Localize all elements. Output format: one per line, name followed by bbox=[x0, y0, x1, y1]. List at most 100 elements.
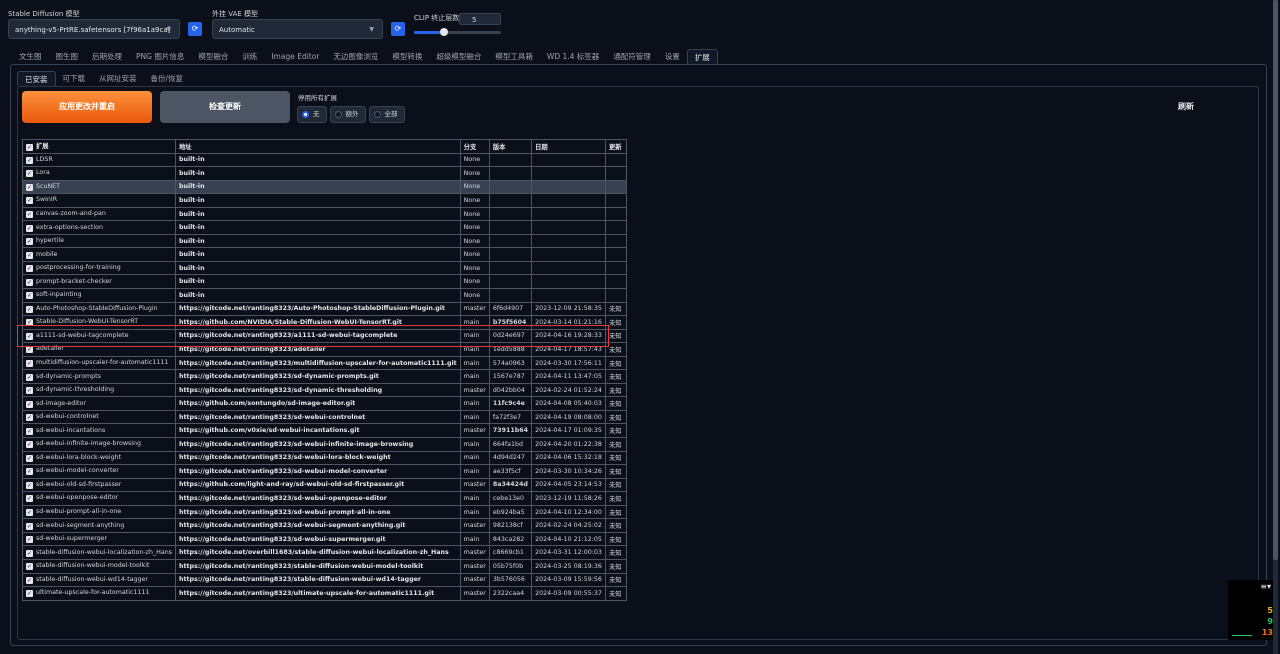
extension-name-cell[interactable]: ✓ hypertile bbox=[22, 233, 176, 249]
enable-checkbox[interactable]: ✓ bbox=[26, 278, 33, 286]
sub-tab-0[interactable]: 已安装 bbox=[17, 71, 56, 86]
extension-name-cell[interactable]: ✓ sd-webui-supermerger bbox=[22, 531, 176, 547]
cell-text[interactable]: https://github.com/light-and-ray/sd-webu… bbox=[179, 481, 404, 488]
cell-text[interactable]: built-in bbox=[179, 170, 205, 177]
extension-name-cell[interactable]: ✓ prompt-bracket-checker bbox=[22, 274, 176, 289]
enable-checkbox[interactable]: ✓ bbox=[26, 387, 33, 395]
cell-text[interactable]: https://gitcode.net/overbill1683/stable-… bbox=[179, 549, 449, 556]
cell-text[interactable]: https://gitcode.net/ranting8323/sd-webui… bbox=[179, 522, 405, 529]
tab-2[interactable]: 后期处理 bbox=[85, 49, 129, 64]
cell-text[interactable]: built-in bbox=[179, 156, 205, 163]
extension-name-cell[interactable]: ✓ postprocessing-for-training bbox=[22, 260, 176, 276]
cell-text[interactable]: built-in bbox=[179, 211, 205, 218]
enable-checkbox[interactable]: ✓ bbox=[26, 441, 33, 449]
extension-name-cell[interactable]: ✓ sd-webui-segment-anything bbox=[22, 518, 176, 533]
extension-name-cell[interactable]: ✓ ultimate-upscale-for-automatic1111 bbox=[22, 586, 176, 601]
select-all-checkbox[interactable]: ✓ bbox=[26, 144, 33, 152]
extension-name-cell[interactable]: ✓ extra-options-section bbox=[22, 220, 176, 235]
cell-text[interactable]: https://gitcode.net/ranting8323/sd-webui… bbox=[179, 414, 365, 421]
extension-name-cell[interactable]: ✓ soft-inpainting bbox=[22, 288, 176, 303]
vae-dropdown[interactable]: Automatic ▼ bbox=[212, 19, 383, 39]
enable-checkbox[interactable]: ✓ bbox=[26, 576, 33, 584]
extension-name-cell[interactable]: ✓ sd-webui-infinite-image-browsing bbox=[22, 437, 176, 452]
refresh-vae-icon[interactable]: ⟳ bbox=[391, 22, 405, 36]
enable-checkbox[interactable]: ✓ bbox=[26, 251, 33, 259]
cell-text[interactable]: https://gitcode.net/ranting8323/sd-webui… bbox=[179, 495, 387, 502]
cell-text[interactable]: built-in bbox=[179, 251, 205, 258]
extension-name-cell[interactable]: ✓ sd-webui-old-sd-firstpasser bbox=[22, 477, 176, 493]
cell-text[interactable]: https://gitcode.net/ranting8323/sd-webui… bbox=[179, 441, 413, 448]
apply-and-restart-button[interactable]: 应用更改并重启 bbox=[22, 91, 152, 123]
sub-tab-3[interactable]: 备份/恢复 bbox=[144, 71, 191, 86]
cell-text[interactable]: https://gitcode.net/ranting8323/multidif… bbox=[179, 360, 457, 367]
enable-checkbox[interactable]: ✓ bbox=[26, 509, 33, 517]
sub-tab-1[interactable]: 可下载 bbox=[56, 71, 93, 86]
extension-name-cell[interactable]: ✓ LDSR bbox=[22, 152, 176, 168]
cell-text[interactable]: built-in bbox=[179, 197, 205, 204]
enable-checkbox[interactable]: ✓ bbox=[26, 238, 33, 246]
tab-8[interactable]: 模型转换 bbox=[385, 49, 429, 64]
enable-checkbox[interactable]: ✓ bbox=[26, 536, 33, 544]
cell-text[interactable]: built-in bbox=[179, 292, 205, 299]
cell-text[interactable]: built-in bbox=[179, 238, 205, 245]
extension-name-cell[interactable]: ✓ sd-webui-prompt-all-in-one bbox=[22, 504, 176, 520]
cell-text[interactable]: https://gitcode.net/ranting8323/stable-d… bbox=[179, 563, 423, 570]
check-updates-button[interactable]: 检查更新 bbox=[160, 91, 290, 123]
extension-name-cell[interactable]: ✓ SwinIR bbox=[22, 193, 176, 208]
cell-text[interactable]: built-in bbox=[179, 278, 205, 285]
enable-checkbox[interactable]: ✓ bbox=[26, 346, 33, 354]
tab-0[interactable]: 文生图 bbox=[12, 49, 49, 64]
clip-slider[interactable] bbox=[414, 28, 501, 36]
extension-name-cell[interactable]: ✓ sd-dynamic-prompts bbox=[22, 369, 176, 384]
tab-6[interactable]: Image Editor bbox=[264, 49, 326, 64]
refresh-models-icon[interactable]: ⟳ bbox=[188, 22, 202, 36]
page-scrollbar[interactable] bbox=[1273, 0, 1278, 654]
tab-13[interactable]: 设置 bbox=[658, 49, 687, 64]
tab-10[interactable]: 模型工具箱 bbox=[488, 49, 540, 64]
enable-checkbox[interactable]: ✓ bbox=[26, 170, 33, 178]
cell-text[interactable]: https://gitcode.net/ranting8323/sd-webui… bbox=[179, 468, 387, 475]
enable-checkbox[interactable]: ✓ bbox=[26, 197, 33, 205]
cell-text[interactable]: https://gitcode.net/ranting8323/sd-dynam… bbox=[179, 373, 379, 380]
enable-checkbox[interactable]: ✓ bbox=[26, 360, 33, 368]
enable-checkbox[interactable]: ✓ bbox=[26, 183, 33, 191]
tab-12[interactable]: 通配符管理 bbox=[606, 49, 658, 64]
enable-checkbox[interactable]: ✓ bbox=[26, 563, 33, 571]
enable-checkbox[interactable]: ✓ bbox=[26, 373, 33, 381]
cell-text[interactable]: https://gitcode.net/ranting8323/sd-webui… bbox=[179, 536, 386, 543]
refresh-button[interactable]: 刷新 bbox=[1178, 101, 1194, 112]
enable-checkbox[interactable]: ✓ bbox=[26, 468, 33, 476]
tab-5[interactable]: 训练 bbox=[235, 49, 264, 64]
enable-checkbox[interactable]: ✓ bbox=[26, 481, 33, 489]
extension-name-cell[interactable]: ✓ canvas-zoom-and-pan bbox=[22, 206, 176, 222]
disable-option-1[interactable]: 额外 bbox=[329, 106, 366, 123]
cell-text[interactable]: https://gitcode.net/ranting8323/adetaile… bbox=[179, 346, 326, 353]
cell-text[interactable]: built-in bbox=[179, 265, 205, 272]
sub-tab-2[interactable]: 从网址安装 bbox=[92, 71, 144, 86]
extension-name-cell[interactable]: ✓ Lora bbox=[22, 166, 176, 181]
tab-14[interactable]: 扩展 bbox=[686, 49, 718, 64]
disable-option-0[interactable]: 无 bbox=[297, 106, 327, 123]
extension-name-cell[interactable]: ✓ multidiffusion-upscaler-for-automatic11… bbox=[22, 355, 176, 371]
enable-checkbox[interactable]: ✓ bbox=[26, 414, 33, 422]
extension-name-cell[interactable]: ✓ stable-diffusion-webui-model-toolkit bbox=[22, 558, 176, 574]
enable-checkbox[interactable]: ✓ bbox=[26, 400, 33, 408]
cell-text[interactable]: https://gitcode.net/ranting8323/Auto-Pho… bbox=[179, 305, 445, 312]
extension-name-cell[interactable]: ✓ sd-webui-incantations bbox=[22, 423, 176, 439]
cell-text[interactable]: https://gitcode.net/ranting8323/sd-dynam… bbox=[179, 387, 382, 394]
cell-text[interactable]: https://gitcode.net/ranting8323/sd-webui… bbox=[179, 454, 391, 461]
tab-11[interactable]: WD 1.4 标签器 bbox=[540, 49, 606, 64]
enable-checkbox[interactable]: ✓ bbox=[26, 265, 33, 273]
cell-text[interactable]: https://github.com/v0xie/sd-webui-incant… bbox=[179, 427, 360, 434]
cell-text[interactable]: https://gitcode.net/ranting8323/stable-d… bbox=[179, 576, 421, 583]
extension-name-cell[interactable]: ✓ sd-webui-controlnet bbox=[22, 409, 176, 425]
extension-name-cell[interactable]: ✓ sd-webui-openpose-editor bbox=[22, 491, 176, 506]
extension-name-cell[interactable]: ✓ Auto-Photoshop-StableDiffusion-Plugin bbox=[22, 301, 176, 317]
clip-slider-handle[interactable] bbox=[440, 28, 449, 36]
enable-checkbox[interactable]: ✓ bbox=[26, 590, 33, 598]
enable-checkbox[interactable]: ✓ bbox=[26, 522, 33, 530]
menu-icon[interactable]: ≡▾ bbox=[1260, 582, 1271, 591]
disable-option-2[interactable]: 全部 bbox=[368, 106, 405, 123]
header-0[interactable]: ✓ 扩展 bbox=[22, 139, 176, 154]
cell-text[interactable]: https://gitcode.net/ranting8323/sd-webui… bbox=[179, 509, 391, 516]
